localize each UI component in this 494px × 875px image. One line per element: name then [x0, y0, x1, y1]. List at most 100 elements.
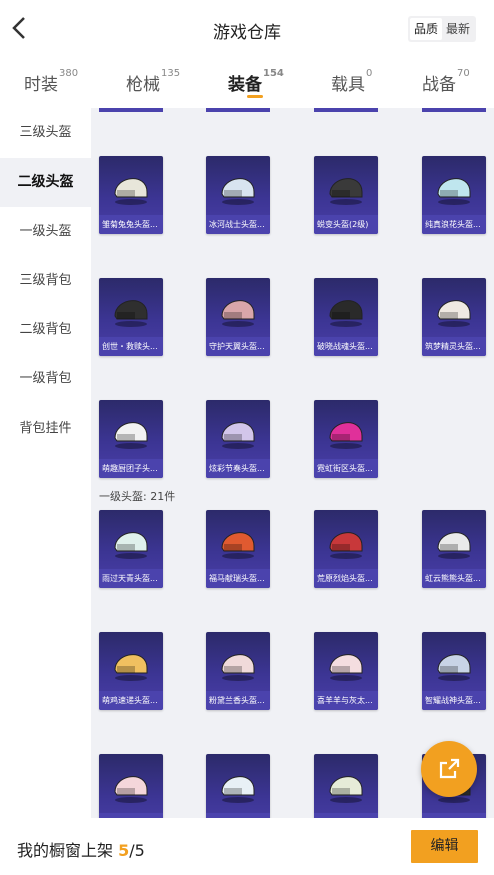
card-edge	[422, 108, 486, 112]
edit-button[interactable]: 编辑	[411, 830, 478, 863]
helmet-icon	[114, 422, 148, 449]
item-card[interactable]: 守护天翼头盔...	[206, 278, 270, 356]
item-name: 纯真浪花头盔...	[422, 215, 486, 234]
card-edge	[99, 108, 163, 112]
item-card[interactable]: 雏菊兔兔头盔...	[99, 156, 163, 234]
item-name: 炫彩节奏头盔...	[206, 459, 270, 478]
item-name: 创世・救赎头...	[99, 337, 163, 356]
item-card[interactable]: 荒原烈焰头盔...	[314, 510, 378, 588]
item-name: 蜕变头盔(2级)	[314, 215, 378, 234]
item-name: 破晓战魂头盔...	[314, 337, 378, 356]
tab-count: 380	[59, 68, 79, 79]
helmet-icon	[437, 300, 471, 327]
tab-count: 154	[263, 68, 284, 79]
tab-supplies[interactable]: 战备70	[422, 68, 470, 95]
sidebar-item-level3-backpack[interactable]: 三级背包	[0, 256, 91, 305]
item-card[interactable]: 雨过天青头盔...	[99, 510, 163, 588]
item-card[interactable]: 霓虹街区头盔...	[314, 400, 378, 478]
tab-guns[interactable]: 枪械135	[126, 68, 181, 95]
item-card[interactable]: 创世・救赎头...	[99, 278, 163, 356]
item-card[interactable]: 香桃花开头盔...	[99, 754, 163, 818]
item-card[interactable]: 萌趣厨团子头...	[99, 400, 163, 478]
sidebar-item-backpack-charm[interactable]: 背包挂件	[0, 404, 91, 453]
item-card[interactable]: 糖豆小兔头盔...	[314, 754, 378, 818]
sort-option-quality[interactable]: 品质	[409, 18, 442, 40]
helmet-icon	[114, 654, 148, 681]
tab-vehicles[interactable]: 载具0	[331, 68, 372, 95]
item-name: 守护天翼头盔...	[206, 337, 270, 356]
sidebar: 三级头盔 二级头盔 一级头盔 三级背包 二级背包 一级背包 背包挂件	[0, 108, 91, 818]
item-name: 雏菊兔兔头盔...	[99, 215, 163, 234]
item-card[interactable]: 蜕变头盔(2级)	[314, 156, 378, 234]
helmet-icon	[221, 178, 255, 205]
helmet-icon	[221, 654, 255, 681]
item-card[interactable]: 纯真浪花头盔...	[422, 156, 486, 234]
item-name: 冰河战士头盔...	[206, 215, 270, 234]
item-grid: 雏菊兔兔头盔... 冰河战士头盔... 蜕变头盔(2级) 纯真浪花头盔... 创世・救赎…	[91, 108, 494, 818]
item-name: 智耀战神头盔...	[422, 691, 486, 710]
helmet-icon	[437, 654, 471, 681]
item-card[interactable]: 福马献瑞头盔...	[206, 510, 270, 588]
item-name: 福马献瑞头盔...	[206, 569, 270, 588]
shelf-count: 5	[118, 841, 130, 860]
sort-option-newest[interactable]: 最新	[442, 18, 474, 40]
helmet-icon	[329, 422, 363, 449]
header: 游戏仓库 品质 最新	[0, 0, 494, 58]
helmet-icon	[221, 422, 255, 449]
helmet-icon	[329, 532, 363, 559]
sidebar-item-level3-helmet[interactable]: 三级头盔	[0, 108, 91, 157]
item-name: 荒原烈焰头盔...	[314, 569, 378, 588]
helmet-icon	[329, 654, 363, 681]
item-name: 霓虹街区头盔...	[314, 459, 378, 478]
item-name: 粉黛兰香头盔...	[206, 691, 270, 710]
item-card[interactable]: 智耀战神头盔...	[422, 632, 486, 710]
sort-toggle[interactable]: 品质 最新	[407, 16, 476, 42]
card-edge	[206, 108, 270, 112]
item-name: 筑梦精灵头盔...	[422, 337, 486, 356]
item-card[interactable]: 萌鸡速递头盔...	[99, 632, 163, 710]
active-tab-indicator	[247, 95, 263, 98]
shelf-label: 我的橱窗上架	[17, 841, 114, 860]
tab-equipment[interactable]: 装备154	[228, 68, 284, 95]
share-external-icon	[439, 758, 460, 779]
helmet-icon	[329, 300, 363, 327]
bottom-bar: 我的橱窗上架 5/5 编辑	[0, 818, 494, 875]
tab-label: 装备	[228, 75, 262, 95]
tab-label: 战备	[422, 75, 456, 95]
helmet-icon	[437, 532, 471, 559]
sidebar-item-level2-backpack[interactable]: 二级背包	[0, 305, 91, 354]
item-card[interactable]: 喜羊羊与灰太...	[314, 632, 378, 710]
tab-label: 枪械	[126, 75, 160, 95]
shelf-status: 我的橱窗上架 5/5	[17, 837, 145, 861]
helmet-icon	[329, 776, 363, 803]
tab-count: 70	[457, 68, 470, 79]
item-name: 萌鸡速递头盔...	[99, 691, 163, 710]
sidebar-item-level1-backpack[interactable]: 一级背包	[0, 354, 91, 403]
item-card[interactable]: 虹云熊熊头盔...	[422, 510, 486, 588]
helmet-icon	[437, 178, 471, 205]
tab-label: 载具	[331, 75, 365, 95]
card-edge	[314, 108, 378, 112]
helmet-icon	[114, 300, 148, 327]
item-card[interactable]: 极地行者头盔...	[206, 754, 270, 818]
helmet-icon	[221, 532, 255, 559]
item-name: 雨过天青头盔...	[99, 569, 163, 588]
item-card[interactable]: 冰河战士头盔...	[206, 156, 270, 234]
sidebar-item-level2-helmet[interactable]: 二级头盔	[0, 158, 91, 207]
helmet-icon	[114, 776, 148, 803]
sidebar-item-level1-helmet[interactable]: 一级头盔	[0, 207, 91, 256]
shelf-total: /5	[129, 841, 145, 860]
item-card[interactable]: 破晓战魂头盔...	[314, 278, 378, 356]
helmet-icon	[114, 178, 148, 205]
tab-fashion[interactable]: 时装380	[24, 68, 79, 95]
share-button[interactable]	[421, 741, 477, 797]
tab-label: 时装	[24, 75, 58, 95]
item-name: 喜羊羊与灰太...	[314, 691, 378, 710]
item-card[interactable]: 粉黛兰香头盔...	[206, 632, 270, 710]
category-tabs: 时装380 枪械135 装备154 载具0 战备70	[0, 58, 494, 108]
item-card[interactable]: 炫彩节奏头盔...	[206, 400, 270, 478]
helmet-icon	[329, 178, 363, 205]
tab-count: 135	[161, 68, 181, 79]
section-label-level1-helmet: 一级头盔: 21件	[99, 490, 176, 503]
item-card[interactable]: 筑梦精灵头盔...	[422, 278, 486, 356]
